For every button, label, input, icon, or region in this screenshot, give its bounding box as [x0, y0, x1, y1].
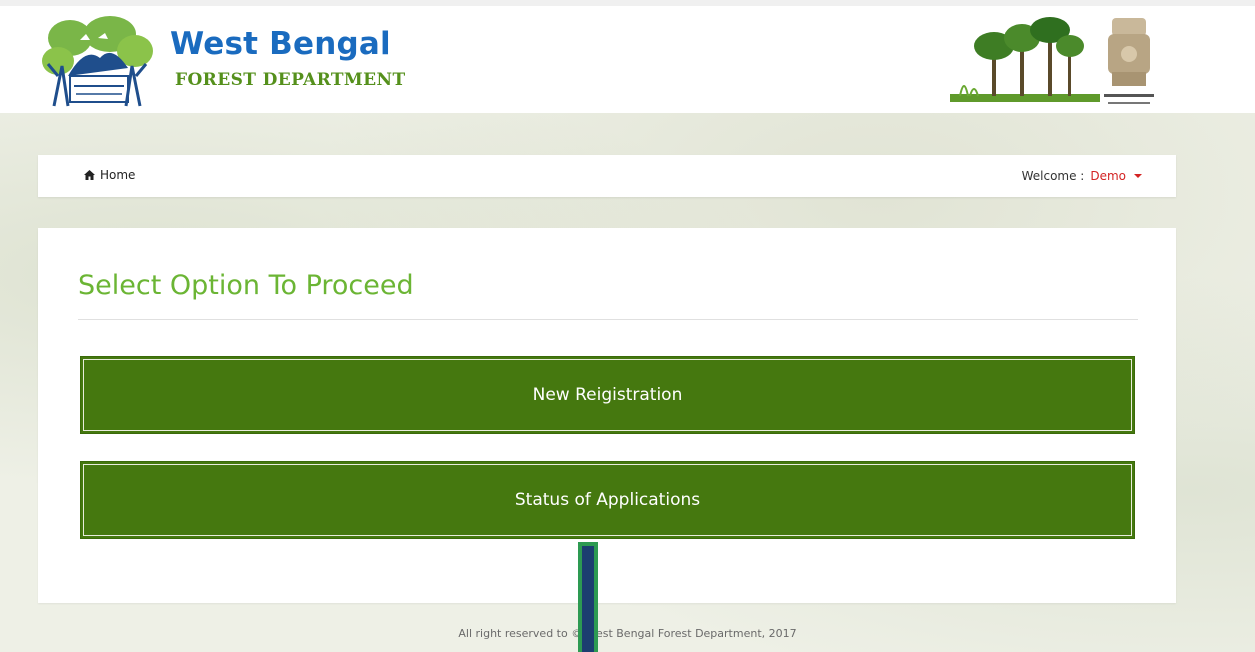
user-menu[interactable]: Welcome : Demo: [1022, 169, 1142, 183]
government-emblem-icon: [1104, 18, 1154, 104]
site-subtitle: FOREST DEPARTMENT: [175, 70, 406, 90]
options-panel: Select Option To Proceed New Reigistrati…: [38, 228, 1176, 603]
welcome-label: Welcome :: [1021, 169, 1085, 183]
site-header: West Bengal FOREST DEPARTMENT: [0, 0, 1255, 113]
cursor-marker: [578, 542, 598, 652]
footer-text: All right reserved to © West Bengal Fore…: [458, 627, 797, 640]
forest-department-logo-icon[interactable]: [40, 16, 155, 108]
site-title: West Bengal: [170, 26, 391, 62]
chevron-down-icon[interactable]: [1134, 174, 1142, 178]
status-of-applications-button[interactable]: Status of Applications: [80, 461, 1135, 539]
home-label: Home: [100, 168, 136, 182]
home-link[interactable]: Home: [84, 168, 135, 182]
home-icon: [84, 170, 95, 180]
trees-illustration-icon: [950, 17, 1100, 102]
user-name[interactable]: Demo: [1090, 169, 1126, 183]
title-divider: [78, 319, 1138, 320]
new-registration-button[interactable]: New Reigistration: [80, 356, 1135, 434]
page-title: Select Option To Proceed: [78, 270, 414, 301]
top-navbar: Home Welcome : Demo: [38, 155, 1176, 197]
